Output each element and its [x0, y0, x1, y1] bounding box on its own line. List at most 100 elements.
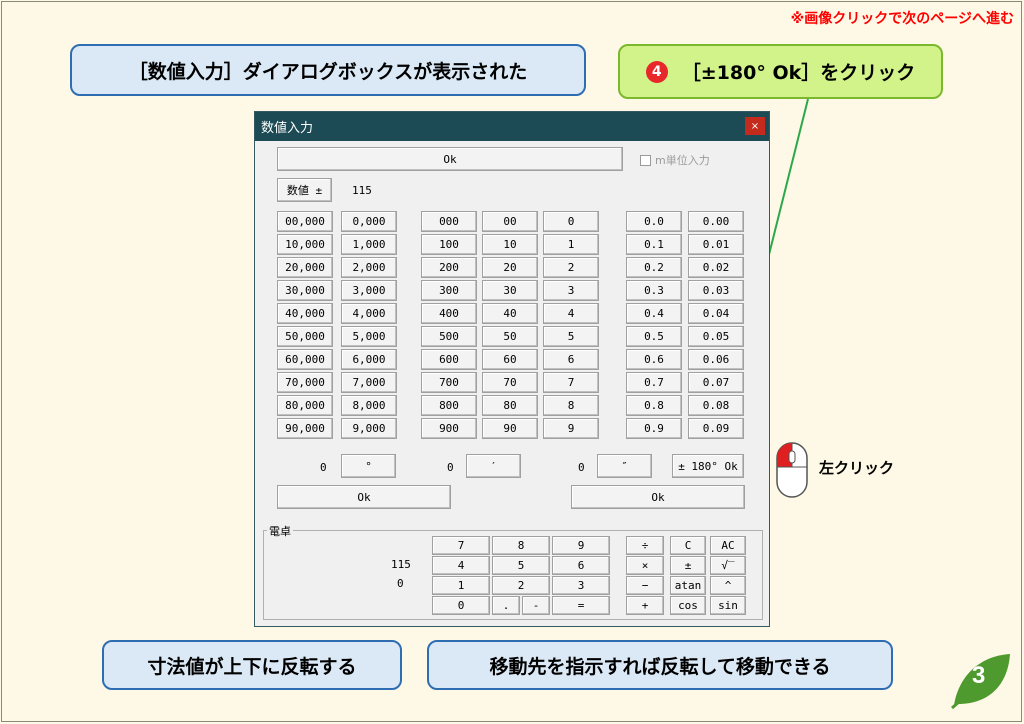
keypad-col2-button[interactable]: 8,000: [341, 395, 397, 416]
keypad-col1-button[interactable]: 90,000: [277, 418, 333, 439]
close-button[interactable]: ×: [745, 117, 765, 135]
calc-digit-button[interactable]: 4: [432, 556, 490, 575]
keypad-col3-button[interactable]: 600: [421, 349, 477, 370]
calc-bottom-button[interactable]: .: [492, 596, 520, 615]
calc-bottom-button[interactable]: =: [552, 596, 610, 615]
calc-ops-button[interactable]: −: [626, 576, 664, 595]
calc-bottom-button[interactable]: 0: [432, 596, 490, 615]
keypad-col1-button[interactable]: 40,000: [277, 303, 333, 324]
keypad-col6-button[interactable]: 0.8: [626, 395, 682, 416]
calc-func1-button[interactable]: atan: [670, 576, 706, 595]
keypad-col7-button[interactable]: 0.06: [688, 349, 744, 370]
keypad-col3-button[interactable]: 700: [421, 372, 477, 393]
keypad-col7-button[interactable]: 0.01: [688, 234, 744, 255]
keypad-col6-button[interactable]: 0.7: [626, 372, 682, 393]
keypad-col2-button[interactable]: 0,000: [341, 211, 397, 232]
keypad-col4-button[interactable]: 50: [482, 326, 538, 347]
degree-button[interactable]: °: [341, 454, 396, 478]
calc-digit-button[interactable]: 7: [432, 536, 490, 555]
keypad-col3-button[interactable]: 400: [421, 303, 477, 324]
second-button[interactable]: ″: [597, 454, 652, 478]
calc-func1-button[interactable]: ±: [670, 556, 706, 575]
calc-digit-button[interactable]: 8: [492, 536, 550, 555]
keypad-col1-button[interactable]: 80,000: [277, 395, 333, 416]
keypad-col2-button[interactable]: 1,000: [341, 234, 397, 255]
keypad-col5-button[interactable]: 6: [543, 349, 599, 370]
keypad-col1-button[interactable]: 00,000: [277, 211, 333, 232]
keypad-col6-button[interactable]: 0.6: [626, 349, 682, 370]
keypad-col7-button[interactable]: 0.02: [688, 257, 744, 278]
calc-digit-button[interactable]: 9: [552, 536, 610, 555]
keypad-col2-button[interactable]: 6,000: [341, 349, 397, 370]
keypad-col3-button[interactable]: 300: [421, 280, 477, 301]
keypad-col4-button[interactable]: 90: [482, 418, 538, 439]
keypad-col6-button[interactable]: 0.3: [626, 280, 682, 301]
keypad-col5-button[interactable]: 3: [543, 280, 599, 301]
keypad-col5-button[interactable]: 8: [543, 395, 599, 416]
keypad-col6-button[interactable]: 0.0: [626, 211, 682, 232]
calc-digit-button[interactable]: 6: [552, 556, 610, 575]
keypad-col3-button[interactable]: 200: [421, 257, 477, 278]
keypad-col3-button[interactable]: 500: [421, 326, 477, 347]
ok-top-button[interactable]: Ok: [277, 147, 623, 171]
keypad-col2-button[interactable]: 4,000: [341, 303, 397, 324]
keypad-col6-button[interactable]: 0.5: [626, 326, 682, 347]
keypad-col1-button[interactable]: 10,000: [277, 234, 333, 255]
keypad-col4-button[interactable]: 80: [482, 395, 538, 416]
keypad-col4-button[interactable]: 20: [482, 257, 538, 278]
keypad-col1-button[interactable]: 20,000: [277, 257, 333, 278]
keypad-col2-button[interactable]: 5,000: [341, 326, 397, 347]
keypad-col4-button[interactable]: 30: [482, 280, 538, 301]
keypad-col7-button[interactable]: 0.08: [688, 395, 744, 416]
keypad-col5-button[interactable]: 0: [543, 211, 599, 232]
keypad-col2-button[interactable]: 9,000: [341, 418, 397, 439]
keypad-col5-button[interactable]: 1: [543, 234, 599, 255]
keypad-col3-button[interactable]: 900: [421, 418, 477, 439]
calc-ops-button[interactable]: ÷: [626, 536, 664, 555]
keypad-col6-button[interactable]: 0.2: [626, 257, 682, 278]
minute-button[interactable]: ′: [466, 454, 521, 478]
keypad-col2-button[interactable]: 3,000: [341, 280, 397, 301]
keypad-col5-button[interactable]: 7: [543, 372, 599, 393]
rotate-180-ok-button[interactable]: ± 180° Ok: [672, 454, 744, 478]
keypad-col7-button[interactable]: 0.09: [688, 418, 744, 439]
calc-func2-button[interactable]: AC: [710, 536, 746, 555]
value-sign-button[interactable]: 数値 ±: [277, 178, 332, 202]
ok-right-button[interactable]: Ok: [571, 485, 745, 509]
calc-digit-button[interactable]: 1: [432, 576, 490, 595]
keypad-col4-button[interactable]: 60: [482, 349, 538, 370]
keypad-col5-button[interactable]: 5: [543, 326, 599, 347]
keypad-col2-button[interactable]: 2,000: [341, 257, 397, 278]
calc-func2-button[interactable]: sin: [710, 596, 746, 615]
keypad-col6-button[interactable]: 0.4: [626, 303, 682, 324]
keypad-col5-button[interactable]: 9: [543, 418, 599, 439]
keypad-col7-button[interactable]: 0.07: [688, 372, 744, 393]
keypad-col4-button[interactable]: 00: [482, 211, 538, 232]
keypad-col7-button[interactable]: 0.03: [688, 280, 744, 301]
keypad-col6-button[interactable]: 0.1: [626, 234, 682, 255]
meter-unit-checkbox[interactable]: m単位入力: [640, 152, 710, 168]
keypad-col4-button[interactable]: 70: [482, 372, 538, 393]
calc-func2-button[interactable]: √‾: [710, 556, 746, 575]
keypad-col3-button[interactable]: 100: [421, 234, 477, 255]
calc-bottom-button[interactable]: -: [522, 596, 550, 615]
calc-func1-button[interactable]: C: [670, 536, 706, 555]
calc-func2-button[interactable]: ^: [710, 576, 746, 595]
calc-digit-button[interactable]: 5: [492, 556, 550, 575]
keypad-col7-button[interactable]: 0.04: [688, 303, 744, 324]
keypad-col2-button[interactable]: 7,000: [341, 372, 397, 393]
keypad-col1-button[interactable]: 50,000: [277, 326, 333, 347]
calc-digit-button[interactable]: 2: [492, 576, 550, 595]
keypad-col1-button[interactable]: 60,000: [277, 349, 333, 370]
keypad-col7-button[interactable]: 0.00: [688, 211, 744, 232]
keypad-col6-button[interactable]: 0.9: [626, 418, 682, 439]
calc-digit-button[interactable]: 3: [552, 576, 610, 595]
keypad-col5-button[interactable]: 2: [543, 257, 599, 278]
keypad-col5-button[interactable]: 4: [543, 303, 599, 324]
keypad-col1-button[interactable]: 30,000: [277, 280, 333, 301]
checkbox-box[interactable]: [640, 154, 651, 166]
keypad-col3-button[interactable]: 000: [421, 211, 477, 232]
keypad-col7-button[interactable]: 0.05: [688, 326, 744, 347]
keypad-col4-button[interactable]: 10: [482, 234, 538, 255]
keypad-col3-button[interactable]: 800: [421, 395, 477, 416]
